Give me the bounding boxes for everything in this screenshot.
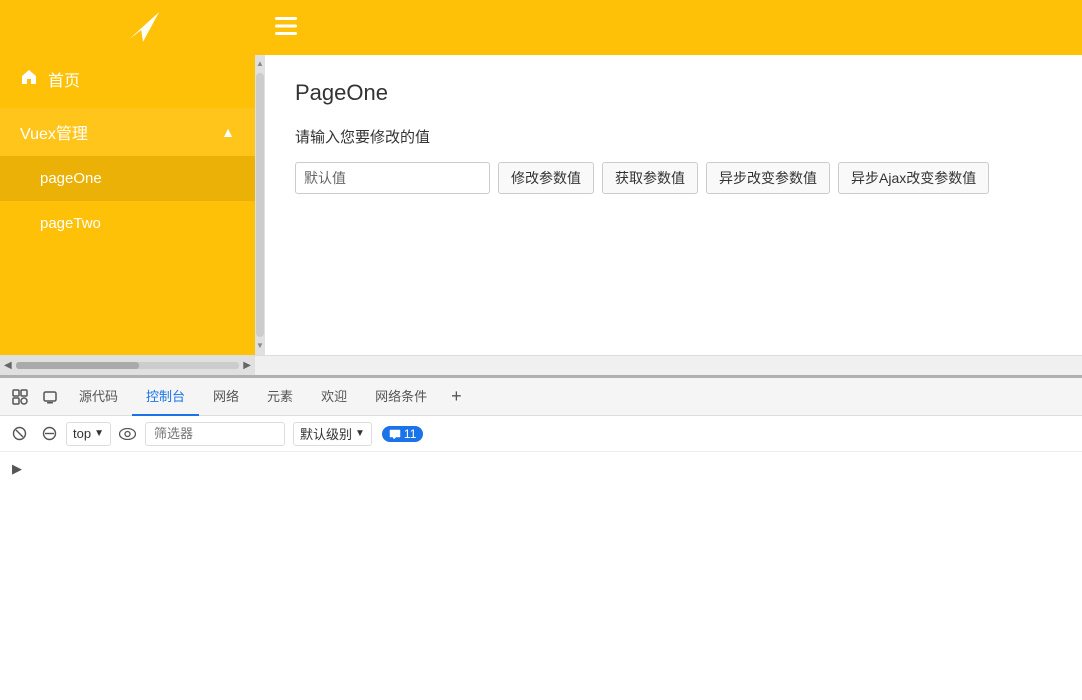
scroll-down-arrow[interactable]: ▼	[256, 339, 264, 353]
sidebar-item-pageone[interactable]: pageOne	[0, 156, 255, 201]
async-ajax-btn[interactable]: 异步Ajax改变参数值	[838, 162, 989, 194]
input-row: 修改参数值 获取参数值 异步改变参数值 异步Ajax改变参数值	[295, 162, 1052, 194]
context-label: top	[73, 426, 91, 441]
clear-console-btn[interactable]	[6, 421, 32, 447]
hamburger-icon[interactable]	[275, 15, 297, 40]
vuex-label: Vuex管理	[20, 120, 88, 144]
input-label: 请输入您要修改的值	[295, 126, 1052, 147]
console-expand-arrow[interactable]: ▶	[12, 461, 22, 476]
tab-console[interactable]: 控制台	[132, 378, 199, 416]
sidebar-item-home[interactable]: 首页	[0, 55, 255, 103]
page-title: PageOne	[295, 80, 1052, 106]
context-dropdown-arrow: ▼	[94, 428, 104, 439]
get-btn[interactable]: 获取参数值	[602, 162, 698, 194]
tab-welcome[interactable]: 欢迎	[307, 378, 361, 416]
sidebar-vuex-toggle[interactable]: Vuex管理 ▲	[0, 108, 255, 156]
message-count-area: 11	[382, 426, 423, 442]
async-change-btn[interactable]: 异步改变参数值	[706, 162, 830, 194]
console-content: ▶	[0, 452, 1082, 692]
sidebar-h-scrollbar[interactable]: ◀ ▶	[0, 356, 255, 375]
console-toolbar: top ▼ 默认级别 ▼	[0, 416, 1082, 452]
content-area: PageOne 请输入您要修改的值 修改参数值 获取参数值 异步改变参数值 异步…	[265, 55, 1082, 355]
content-h-spacer	[255, 356, 1082, 375]
horizontal-scroll-row: ◀ ▶	[0, 355, 1082, 375]
device-icon-btn[interactable]	[35, 382, 65, 412]
inspect-icon-btn[interactable]	[5, 382, 35, 412]
chevron-up-icon: ▲	[221, 124, 235, 140]
level-dropdown-arrow: ▼	[355, 428, 365, 439]
tab-elements[interactable]: 元素	[253, 378, 307, 416]
tab-network-conditions[interactable]: 网络条件	[361, 378, 441, 416]
devtools-panel: 源代码 控制台 网络 元素 欢迎 网络条件 +	[0, 378, 1082, 692]
sidebar-item-pagetwo[interactable]: pageTwo	[0, 201, 255, 246]
eye-icon-btn[interactable]	[115, 421, 141, 447]
vertical-scrollbar[interactable]: ▲ ▼	[255, 55, 265, 355]
tab-network[interactable]: 网络	[199, 378, 253, 416]
scroll-up-arrow[interactable]: ▲	[256, 57, 264, 71]
home-icon	[20, 68, 38, 91]
level-label: 默认级别	[300, 424, 352, 443]
modify-btn[interactable]: 修改参数值	[498, 162, 594, 194]
block-icon-btn[interactable]	[36, 421, 62, 447]
sidebar-section-vuex: Vuex管理 ▲ pageOne pageTwo	[0, 108, 255, 246]
tab-source[interactable]: 源代码	[65, 378, 132, 416]
h-scroll-left-arrow[interactable]: ◀	[4, 360, 12, 371]
add-tab-btn[interactable]: +	[441, 378, 472, 416]
top-header	[0, 0, 1082, 55]
h-scroll-thumb	[16, 362, 139, 369]
sidebar: 首页 Vuex管理 ▲ pageOne pageTwo	[0, 55, 255, 355]
value-input[interactable]	[295, 162, 490, 194]
h-scroll-track	[16, 362, 240, 369]
message-count-badge: 11	[382, 426, 423, 442]
logo-icon	[125, 7, 161, 48]
context-selector[interactable]: top ▼	[66, 422, 111, 446]
filter-input[interactable]	[145, 422, 285, 446]
home-label: 首页	[48, 67, 80, 91]
h-scroll-right-arrow[interactable]: ▶	[243, 360, 251, 371]
log-level-selector[interactable]: 默认级别 ▼	[293, 422, 372, 446]
devtools-tabbar: 源代码 控制台 网络 元素 欢迎 网络条件 +	[0, 378, 1082, 416]
scroll-track	[256, 73, 264, 337]
